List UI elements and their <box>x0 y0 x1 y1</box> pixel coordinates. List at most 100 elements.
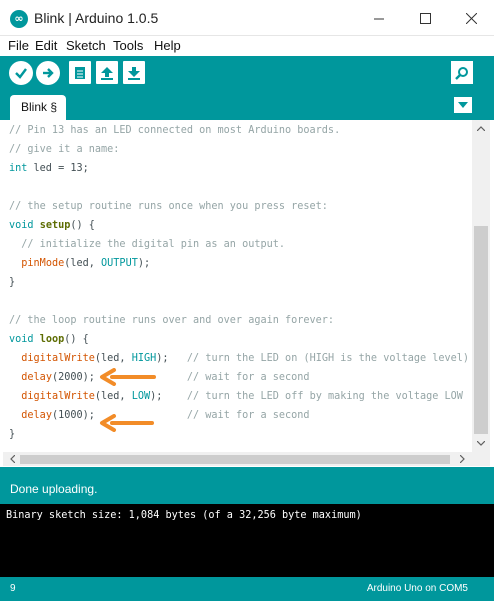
code-token: (led, <box>64 258 102 269</box>
scroll-up-button[interactable] <box>472 121 490 135</box>
code-token: LOW <box>131 391 151 402</box>
status-message: Done uploading. <box>10 482 98 496</box>
code-line: } <box>9 273 15 292</box>
menu-bar: File Edit Sketch Tools Help <box>0 36 494 56</box>
code-token: ); <box>150 391 187 402</box>
minimize-icon <box>373 18 384 19</box>
annotation-arrow-delay-2000 <box>100 368 156 386</box>
new-file-icon <box>75 66 85 79</box>
close-icon <box>465 12 477 24</box>
triangle-down-icon <box>458 102 468 108</box>
tab-menu-button[interactable] <box>454 97 472 113</box>
upload-button[interactable] <box>36 61 60 85</box>
board-info: Arduino Uno on COM5 <box>366 583 468 594</box>
tab-bar: Blink § <box>0 91 494 121</box>
scroll-right-button[interactable] <box>456 453 468 465</box>
save-arrow-down-icon <box>128 66 140 80</box>
new-button[interactable] <box>69 61 91 84</box>
console-text: Binary sketch size: 1,084 bytes (of a 32… <box>6 510 362 521</box>
code-line: void loop() { <box>9 330 89 349</box>
chevron-down-icon <box>477 440 485 446</box>
code-line: // Pin 13 has an LED connected on most A… <box>9 121 340 140</box>
code-token: ); <box>137 258 151 269</box>
chevron-up-icon <box>477 125 485 131</box>
code-token: int <box>9 163 28 174</box>
code-token: // the loop routine runs over and over a… <box>9 315 335 326</box>
code-line: // the loop routine runs over and over a… <box>9 311 334 330</box>
code-token: // the setup routine runs once when you … <box>9 201 328 212</box>
code-line: delay(1000); // wait for a second <box>9 406 310 425</box>
code-token: () { <box>64 334 89 345</box>
minimize-button[interactable] <box>356 0 402 36</box>
verify-button[interactable] <box>9 61 33 85</box>
code-token: void <box>9 220 34 231</box>
code-token: // wait for a second <box>186 372 310 383</box>
chevron-left-icon <box>9 455 15 463</box>
verify-icon <box>15 68 27 79</box>
code-line: } <box>9 425 15 444</box>
code-line: // the setup routine runs once when you … <box>9 197 328 216</box>
menu-file[interactable]: File <box>8 38 29 53</box>
scroll-down-button[interactable] <box>472 436 490 450</box>
serial-monitor-button[interactable] <box>451 61 473 84</box>
toolbar <box>0 56 494 91</box>
code-editor[interactable]: // Pin 13 has an LED connected on most A… <box>3 120 472 452</box>
code-token: digitalWrite <box>21 353 95 364</box>
menu-sketch[interactable]: Sketch <box>66 38 106 53</box>
maximize-icon <box>419 12 431 24</box>
code-line: void setup() { <box>9 216 95 235</box>
code-token: // Pin 13 has an LED connected on most A… <box>9 125 341 136</box>
code-token: led = 13; <box>27 163 89 174</box>
code-token: loop <box>39 334 65 345</box>
footer-bar: 9 Arduino Uno on COM5 <box>0 577 494 601</box>
line-number: 9 <box>10 583 16 594</box>
open-button[interactable] <box>96 61 118 84</box>
scroll-left-button[interactable] <box>6 453 18 465</box>
code-token: // turn the LED on (HIGH is the voltage … <box>186 353 470 364</box>
tab-blink[interactable]: Blink § <box>10 95 66 121</box>
code-token: // turn the LED off by making the voltag… <box>186 391 463 402</box>
console-output[interactable]: Binary sketch size: 1,084 bytes (of a 32… <box>0 504 494 577</box>
close-button[interactable] <box>448 0 494 36</box>
code-line: digitalWrite(led, LOW); // turn the LED … <box>9 387 463 406</box>
code-token: (led, <box>94 353 132 364</box>
open-arrow-up-icon <box>101 66 113 80</box>
code-token: OUTPUT <box>101 258 138 269</box>
code-line: delay(2000); // wait for a second <box>9 368 310 387</box>
upload-icon <box>43 68 54 78</box>
code-token: pinMode <box>21 258 65 269</box>
vertical-scroll-thumb[interactable] <box>474 226 488 434</box>
code-line: digitalWrite(led, HIGH); // turn the LED… <box>9 349 469 368</box>
code-token: (led, <box>94 391 132 402</box>
menu-tools[interactable]: Tools <box>113 38 143 53</box>
code-token: void <box>9 334 34 345</box>
code-token: setup <box>39 220 71 231</box>
annotation-arrow-delay-1000 <box>100 414 154 432</box>
code-token: ); <box>156 353 187 364</box>
code-token: () { <box>70 220 95 231</box>
window-title: Blink | Arduino 1.0.5 <box>34 10 159 26</box>
magnifier-icon <box>455 66 468 80</box>
save-button[interactable] <box>123 61 145 84</box>
maximize-button[interactable] <box>402 0 448 36</box>
title-bar: ∞ Blink | Arduino 1.0.5 <box>0 0 494 36</box>
code-token: // wait for a second <box>186 410 310 421</box>
code-token: HIGH <box>131 353 157 364</box>
code-line: pinMode(led, OUTPUT); <box>9 254 150 273</box>
arduino-logo-icon: ∞ <box>10 10 28 28</box>
code-token: delay <box>21 372 52 383</box>
menu-edit[interactable]: Edit <box>35 38 57 53</box>
status-bar: Done uploading. <box>0 467 494 504</box>
code-token: digitalWrite <box>21 391 95 402</box>
code-line: // give it a name: <box>9 140 119 159</box>
horizontal-scroll-thumb[interactable] <box>20 455 450 464</box>
code-token: } <box>9 429 16 440</box>
code-line: // initialize the digital pin as an outp… <box>9 235 285 254</box>
code-token: // give it a name: <box>9 144 120 155</box>
menu-help[interactable]: Help <box>154 38 181 53</box>
